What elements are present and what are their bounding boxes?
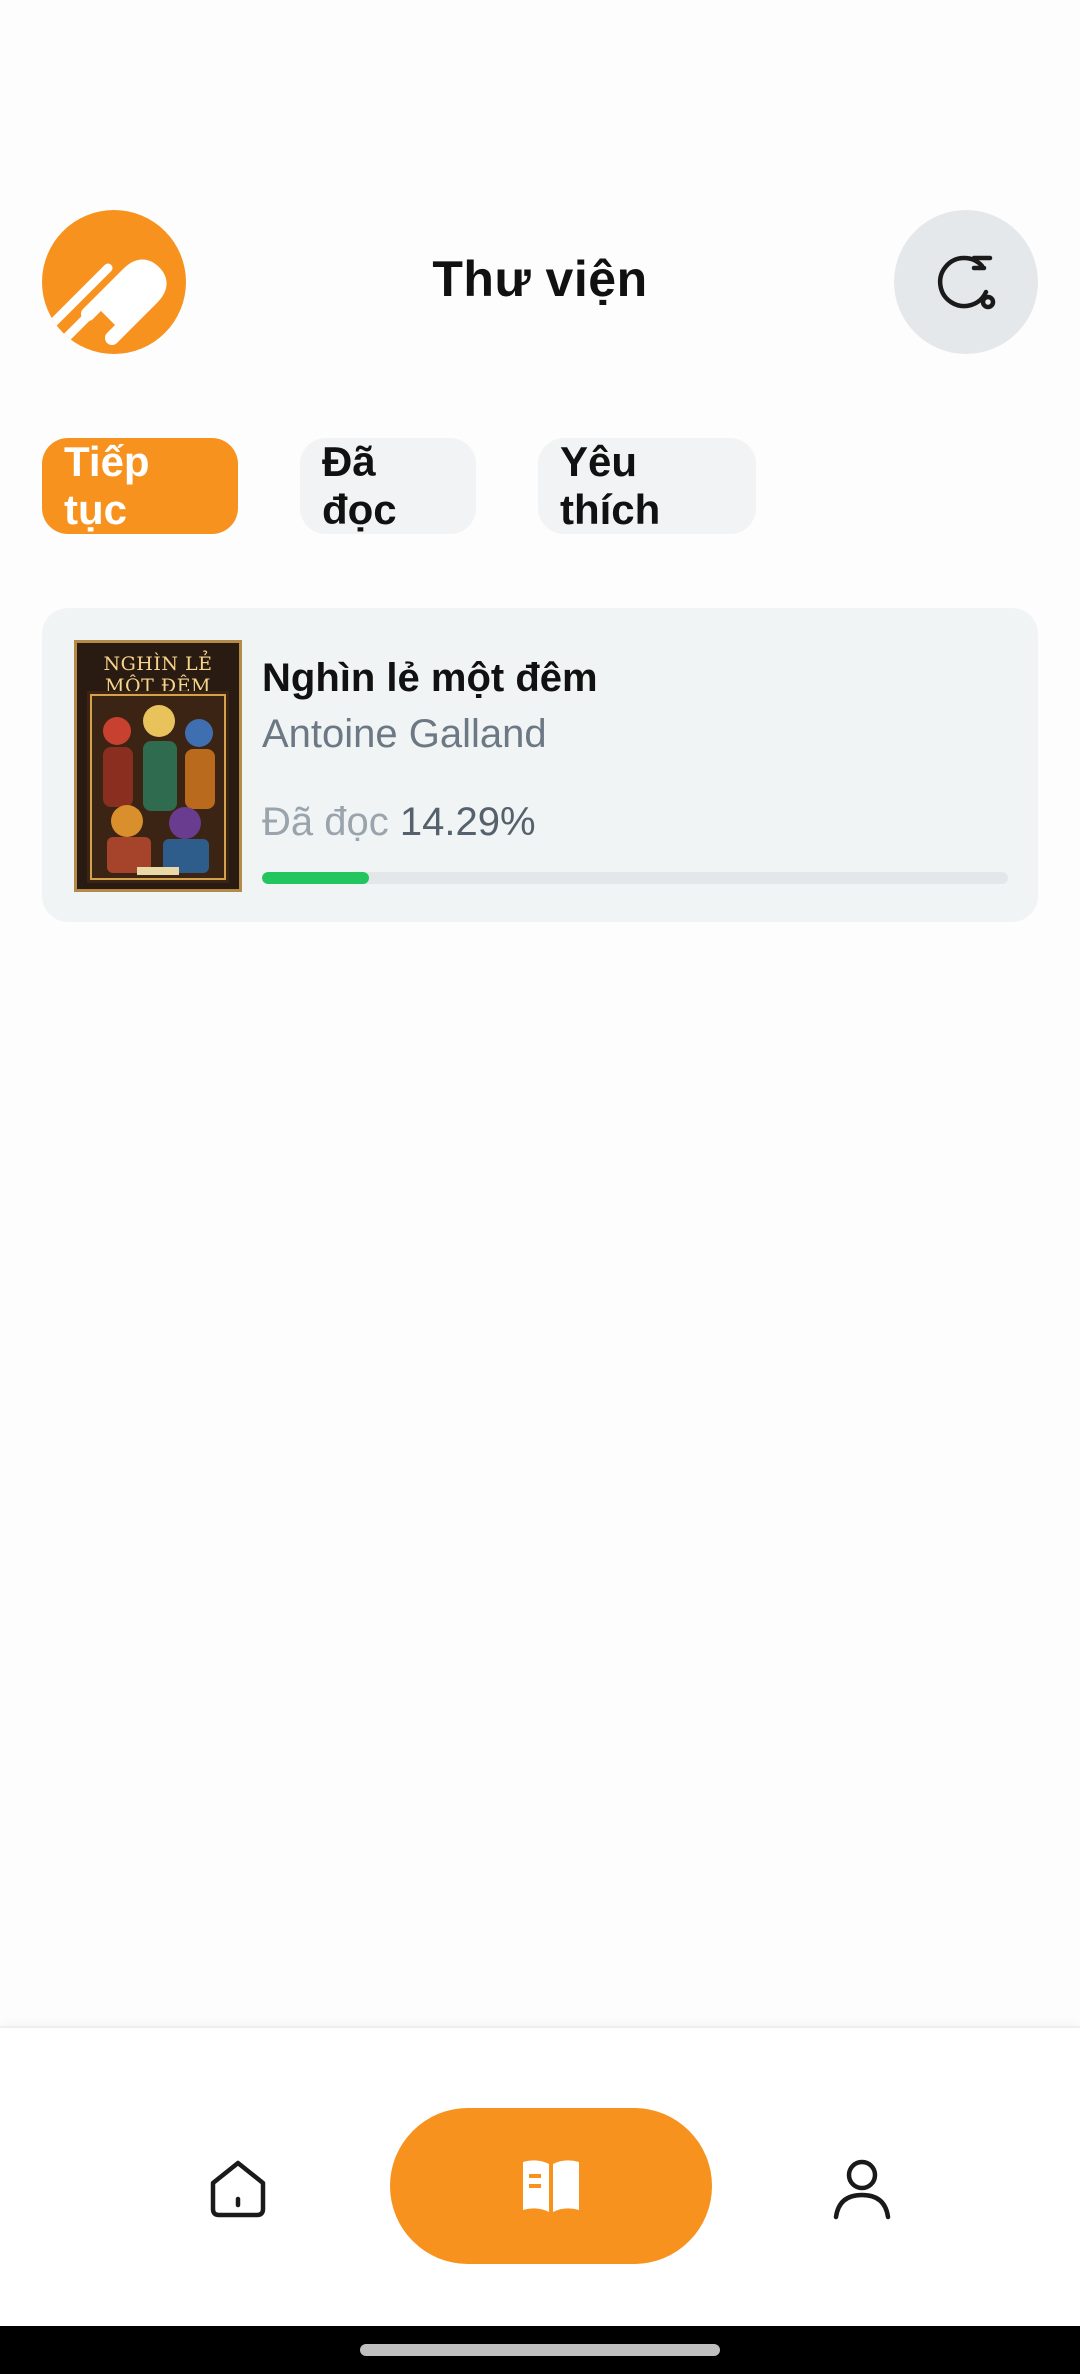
tab-read[interactable]: Đã đọc xyxy=(300,438,476,534)
cover-illustration xyxy=(87,691,229,883)
bottom-navigation xyxy=(0,2026,1080,2326)
nav-home-button[interactable] xyxy=(198,2148,278,2228)
book-card[interactable]: NGHÌN LẺ MỘT ĐÊM Nghìn lẻ một đêm Antoin… xyxy=(42,608,1038,922)
history-button[interactable] xyxy=(894,210,1038,354)
nav-library-button[interactable] xyxy=(390,2108,712,2264)
book-author: Antoine Galland xyxy=(262,712,547,756)
progress-label: Đã đọc xyxy=(262,800,389,844)
tab-favorites[interactable]: Yêu thích xyxy=(538,438,756,534)
home-icon xyxy=(210,2160,266,2218)
book-title: Nghìn lẻ một đêm xyxy=(262,656,598,700)
user-icon xyxy=(833,2159,891,2220)
nav-profile-button[interactable] xyxy=(822,2148,902,2228)
progress-bar-fill xyxy=(262,872,369,884)
filter-tabs: Tiếp tục Đã đọc Yêu thích xyxy=(42,438,756,534)
progress-bar xyxy=(262,872,1008,884)
tab-continue[interactable]: Tiếp tục xyxy=(42,438,238,534)
home-indicator[interactable] xyxy=(360,2344,720,2356)
history-icon xyxy=(937,255,996,310)
book-cover: NGHÌN LẺ MỘT ĐÊM xyxy=(74,640,242,892)
system-navigation-bar xyxy=(0,2326,1080,2374)
library-screen: Thư viện Tiếp tục Đã đọc Yêu thích NGHÌN… xyxy=(0,0,1080,2374)
book-open-icon xyxy=(523,2160,579,2212)
progress-value: 14.29% xyxy=(399,800,536,844)
reading-progress-text: Đã đọc 14.29% xyxy=(262,800,536,845)
